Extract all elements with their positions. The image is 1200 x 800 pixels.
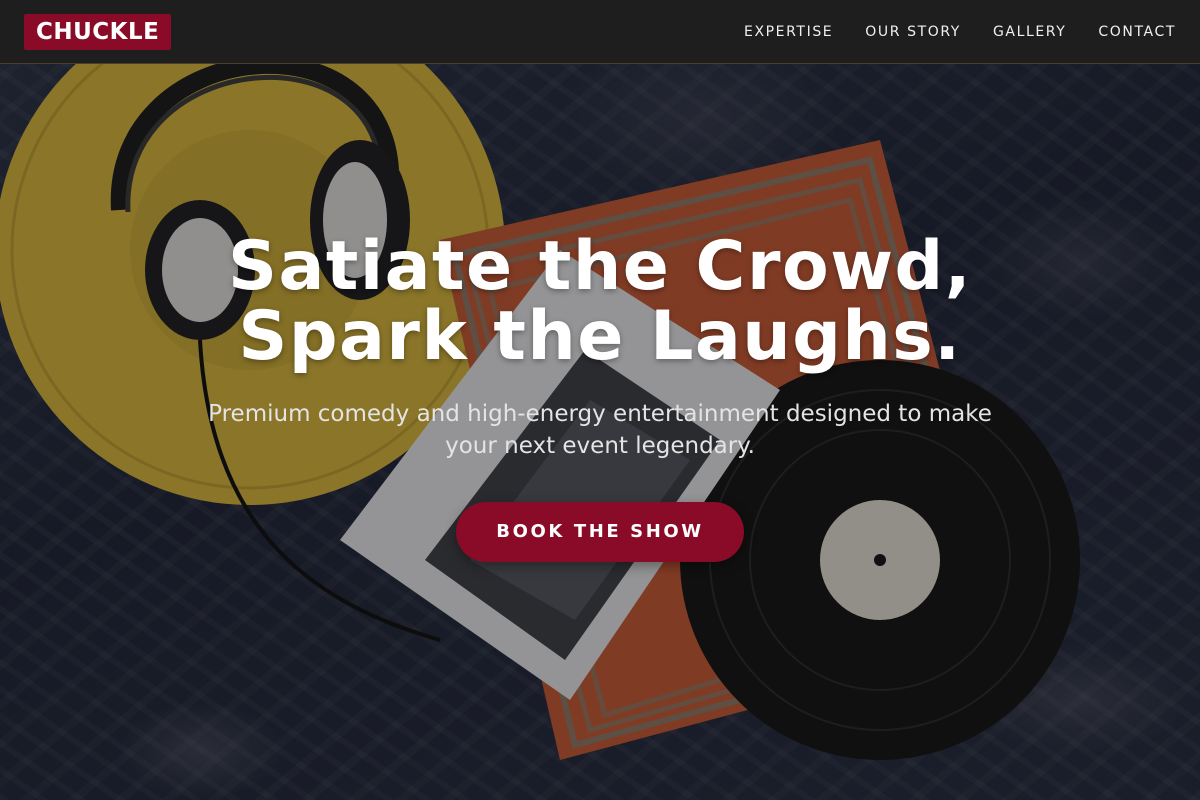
hero-headline-line-1: Satiate the Crowd, <box>227 227 973 306</box>
nav-link-expertise[interactable]: EXPERTISE <box>744 24 833 40</box>
brand-logo[interactable]: CHUCKLE <box>24 13 172 50</box>
book-the-show-button[interactable]: BOOK THE SHOW <box>456 502 744 562</box>
nav-link-contact[interactable]: CONTACT <box>1098 24 1176 40</box>
nav-link-our-story[interactable]: OUR STORY <box>865 24 961 40</box>
hero-headline: Satiate the Crowd, Spark the Laughs. <box>0 232 1200 372</box>
hero-subtitle: Premium comedy and high-energy entertain… <box>208 401 992 459</box>
hero-section: Satiate the Crowd, Spark the Laughs. Pre… <box>0 232 1200 562</box>
landing-page: CHUCKLE EXPERTISE OUR STORY GALLERY CONT… <box>0 0 1200 800</box>
nav-link-gallery[interactable]: GALLERY <box>993 24 1066 40</box>
nav-menu: EXPERTISE OUR STORY GALLERY CONTACT <box>744 24 1176 40</box>
top-navbar: CHUCKLE EXPERTISE OUR STORY GALLERY CONT… <box>0 0 1200 64</box>
hero-headline-line-2: Spark the Laughs. <box>238 297 962 376</box>
